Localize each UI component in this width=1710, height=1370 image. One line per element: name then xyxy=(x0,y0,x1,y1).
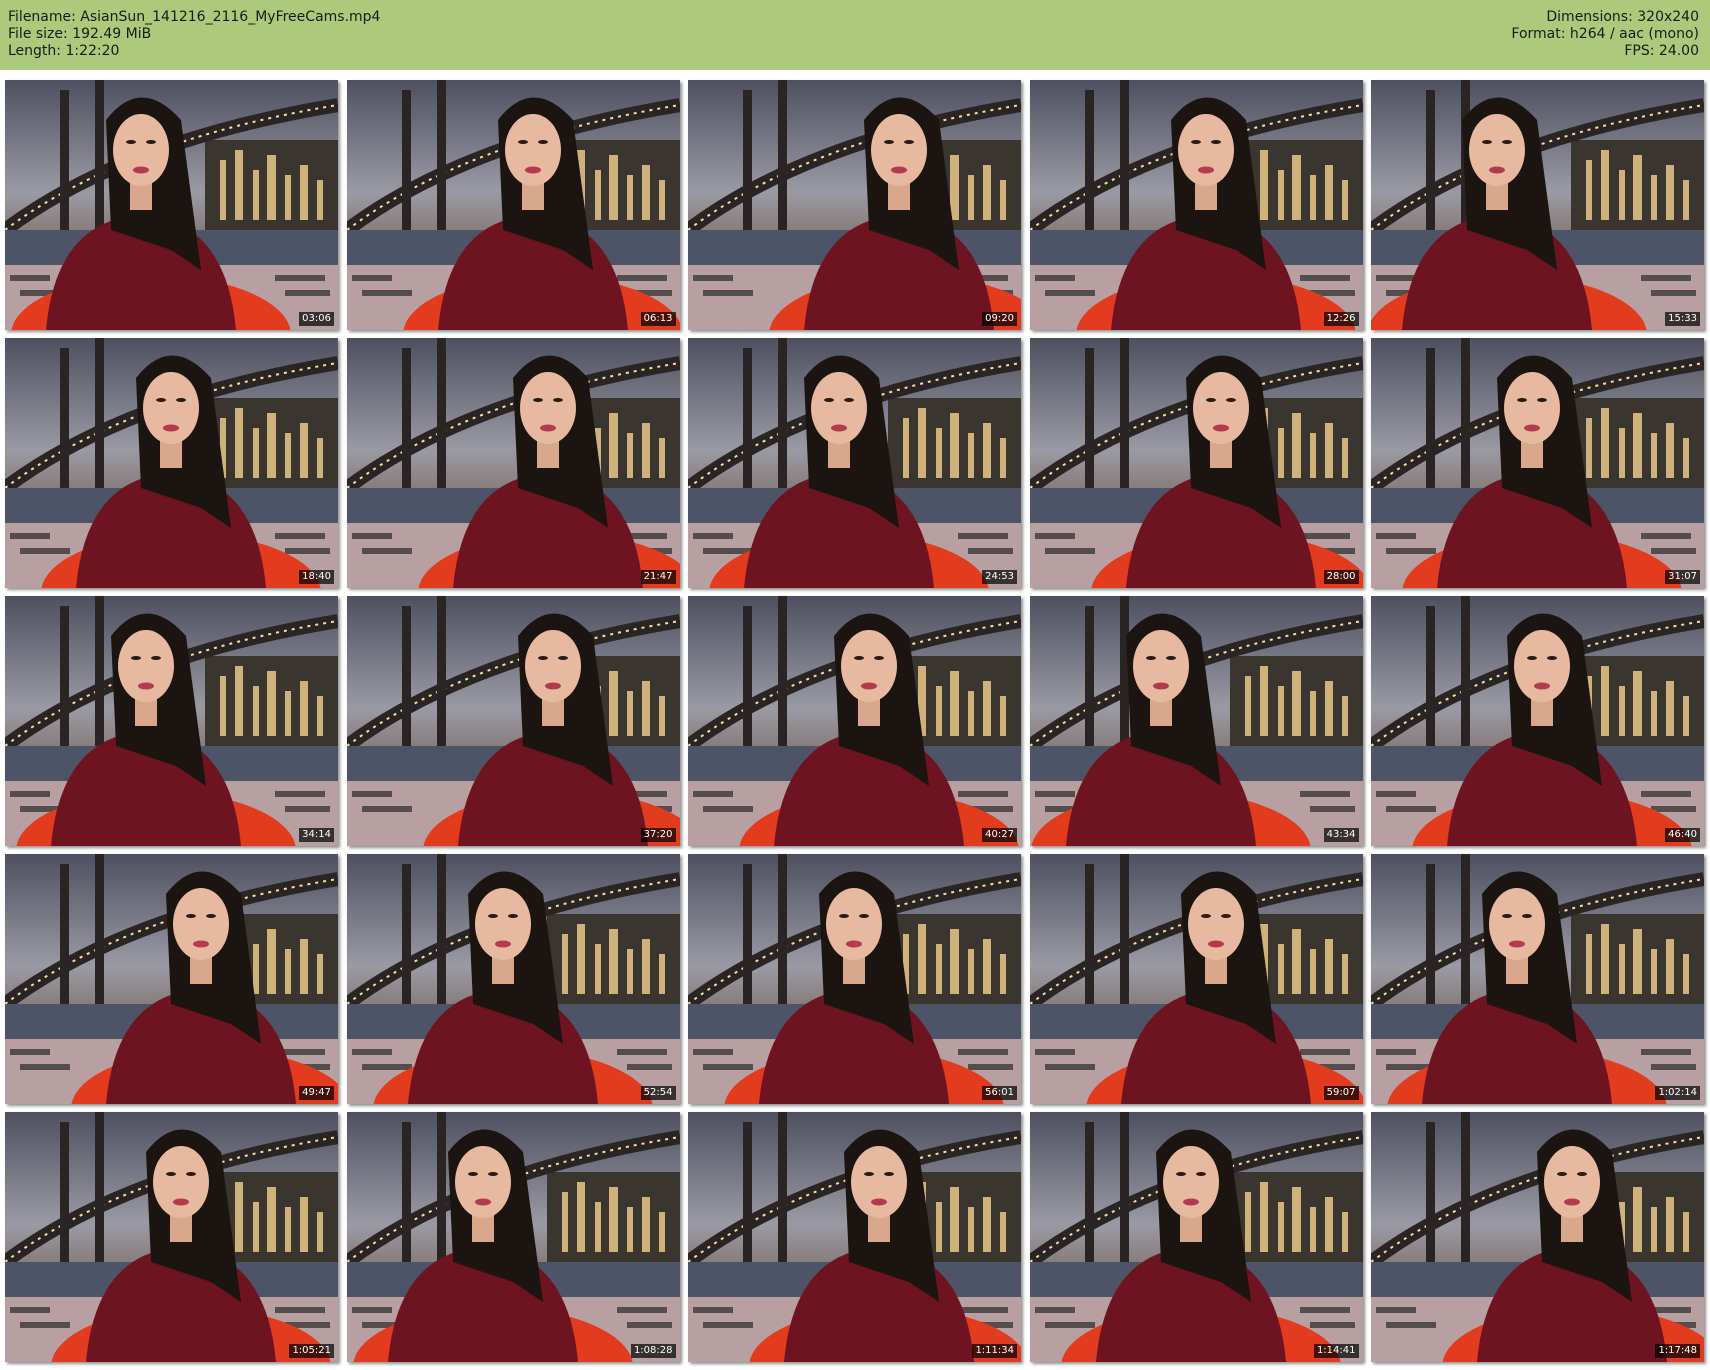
thumbnail-frame-image xyxy=(1371,80,1704,330)
timestamp-label: 31:07 xyxy=(1665,570,1700,584)
timestamp-label: 1:17:48 xyxy=(1655,1344,1700,1358)
thumbnail-frame-image xyxy=(5,596,338,846)
video-thumbnail[interactable]: 40:27 xyxy=(688,596,1021,846)
timestamp-label: 1:05:21 xyxy=(289,1344,334,1358)
timestamp-label: 12:26 xyxy=(1323,312,1359,326)
video-thumbnail[interactable]: 18:40 xyxy=(5,338,338,588)
thumbnail-frame-image xyxy=(5,1112,338,1362)
timestamp-label: 52:54 xyxy=(640,1086,676,1100)
video-thumbnail[interactable]: 1:11:34 xyxy=(688,1112,1021,1362)
thumbnail-frame-image xyxy=(688,80,1021,330)
video-thumbnail[interactable]: 37:20 xyxy=(346,596,680,846)
timestamp-label: 1:02:14 xyxy=(1655,1086,1700,1100)
thumbnail-frame-image xyxy=(1029,1112,1363,1362)
thumbnail-grid: 03:06 06:13 09:20 12:26 15:33 18:40 21:47 24:53… xyxy=(5,80,1705,1362)
video-thumbnail[interactable]: 03:06 xyxy=(5,80,338,330)
video-thumbnail[interactable]: 1:05:21 xyxy=(5,1112,338,1362)
thumbnail-frame-image xyxy=(688,1112,1021,1362)
timestamp-label: 1:11:34 xyxy=(972,1344,1017,1358)
video-thumbnail[interactable]: 28:00 xyxy=(1029,338,1363,588)
timestamp-label: 34:14 xyxy=(299,828,334,842)
thumbnail-frame-image xyxy=(1029,338,1363,588)
timestamp-label: 24:53 xyxy=(982,570,1017,584)
thumbnail-frame-image xyxy=(5,338,338,588)
video-thumbnail[interactable]: 56:01 xyxy=(688,854,1021,1104)
timestamp-label: 49:47 xyxy=(299,1086,334,1100)
timestamp-label: 1:08:28 xyxy=(630,1344,676,1358)
video-thumbnail[interactable]: 34:14 xyxy=(5,596,338,846)
video-thumbnail[interactable]: 1:02:14 xyxy=(1371,854,1704,1104)
timestamp-label: 40:27 xyxy=(982,828,1017,842)
video-thumbnail[interactable]: 15:33 xyxy=(1371,80,1704,330)
thumbnail-frame-image xyxy=(346,338,680,588)
thumbnail-frame-image xyxy=(346,596,680,846)
thumbnail-frame-image xyxy=(688,854,1021,1104)
video-thumbnail[interactable]: 1:14:41 xyxy=(1029,1112,1363,1362)
video-thumbnail[interactable]: 52:54 xyxy=(346,854,680,1104)
timestamp-label: 09:20 xyxy=(982,312,1017,326)
video-thumbnail[interactable]: 31:07 xyxy=(1371,338,1704,588)
header-right: Dimensions: 320x240 Format: h264 / aac (… xyxy=(1511,9,1699,60)
thumbnail-frame-image xyxy=(1371,338,1704,588)
thumbnail-frame-image xyxy=(346,1112,680,1362)
video-thumbnail[interactable]: 46:40 xyxy=(1371,596,1704,846)
thumbnail-frame-image xyxy=(1029,80,1363,330)
thumbnail-frame-image xyxy=(1371,1112,1704,1362)
video-thumbnail[interactable]: 12:26 xyxy=(1029,80,1363,330)
video-thumbnail[interactable]: 24:53 xyxy=(688,338,1021,588)
timestamp-label: 03:06 xyxy=(299,312,334,326)
filesize-text: File size: 192.49 MiB xyxy=(8,26,152,42)
thumbnail-frame-image xyxy=(5,80,338,330)
timestamp-label: 43:34 xyxy=(1323,828,1359,842)
video-thumbnail[interactable]: 1:08:28 xyxy=(346,1112,680,1362)
thumbnail-frame-image xyxy=(1029,596,1363,846)
fps-text: FPS: 24.00 xyxy=(1624,43,1699,59)
timestamp-label: 1:14:41 xyxy=(1313,1344,1359,1358)
thumbnail-frame-image xyxy=(1371,596,1704,846)
info-header: Filename: AsianSun_141216_2116_MyFreeCam… xyxy=(0,0,1710,70)
video-thumbnail[interactable]: 49:47 xyxy=(5,854,338,1104)
timestamp-label: 21:47 xyxy=(640,570,676,584)
timestamp-label: 15:33 xyxy=(1665,312,1700,326)
header-left: Filename: AsianSun_141216_2116_MyFreeCam… xyxy=(8,9,380,60)
timestamp-label: 56:01 xyxy=(982,1086,1017,1100)
length-text: Length: 1:22:20 xyxy=(8,43,120,59)
thumbnail-frame-image xyxy=(1371,854,1704,1104)
timestamp-label: 06:13 xyxy=(640,312,676,326)
timestamp-label: 37:20 xyxy=(640,828,676,842)
format-text: Format: h264 / aac (mono) xyxy=(1511,26,1699,42)
dimensions-text: Dimensions: 320x240 xyxy=(1546,9,1699,25)
video-thumbnail[interactable]: 06:13 xyxy=(346,80,680,330)
video-thumbnail[interactable]: 21:47 xyxy=(346,338,680,588)
thumbnail-frame-image xyxy=(1029,854,1363,1104)
video-thumbnail[interactable]: 43:34 xyxy=(1029,596,1363,846)
thumbnail-frame-image xyxy=(5,854,338,1104)
timestamp-label: 28:00 xyxy=(1323,570,1359,584)
timestamp-label: 46:40 xyxy=(1665,828,1700,842)
timestamp-label: 59:07 xyxy=(1323,1086,1359,1100)
thumbnail-frame-image xyxy=(688,596,1021,846)
video-thumbnail[interactable]: 59:07 xyxy=(1029,854,1363,1104)
timestamp-label: 18:40 xyxy=(299,570,334,584)
thumbnail-frame-image xyxy=(346,80,680,330)
thumbnail-frame-image xyxy=(688,338,1021,588)
thumbnail-frame-image xyxy=(346,854,680,1104)
filename-text: Filename: AsianSun_141216_2116_MyFreeCam… xyxy=(8,9,381,25)
video-thumbnail[interactable]: 1:17:48 xyxy=(1371,1112,1704,1362)
video-thumbnail[interactable]: 09:20 xyxy=(688,80,1021,330)
